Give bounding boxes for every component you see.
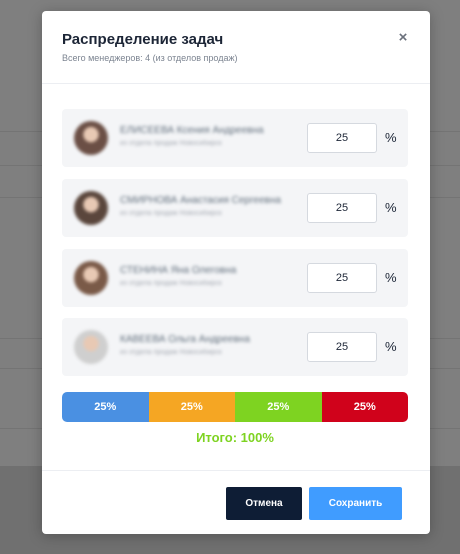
manager-name: ЕЛИСЕЕВА Ксения Андреевна bbox=[120, 125, 264, 136]
modal-footer bbox=[42, 470, 430, 471]
manager-name: СМИРНОВА Анастасия Сергеевна bbox=[120, 195, 281, 206]
manager-department: из отдела продаж Новосибирск bbox=[120, 349, 222, 356]
percent-input[interactable] bbox=[307, 332, 377, 362]
manager-row: СМИРНОВА Анастасия Сергеевна из отдела п… bbox=[62, 179, 408, 237]
percent-sign: % bbox=[385, 200, 397, 215]
modal-title: Распределение задач bbox=[62, 31, 224, 48]
manager-row: ЕЛИСЕЕВА Ксения Андреевна из отдела прод… bbox=[62, 109, 408, 167]
distribution-bar: 25% 25% 25% 25% bbox=[62, 392, 408, 422]
percent-input[interactable] bbox=[307, 263, 377, 293]
avatar bbox=[74, 261, 108, 295]
cancel-button[interactable]: Отмена bbox=[226, 487, 302, 520]
save-button[interactable]: Сохранить bbox=[309, 487, 402, 520]
modal-header: Распределение задач Всего менеджеров: 4 … bbox=[42, 11, 430, 84]
total-label: Итого: 100% bbox=[196, 430, 274, 445]
percent-input[interactable] bbox=[307, 123, 377, 153]
modal-subtitle: Всего менеджеров: 4 (из отделов продаж) bbox=[62, 53, 238, 63]
distribution-segment: 25% bbox=[62, 392, 149, 422]
manager-department: из отдела продаж Новосибирск bbox=[120, 210, 222, 217]
avatar bbox=[74, 330, 108, 364]
manager-name: КАВЕЕВА Ольга Андреевна bbox=[120, 334, 250, 345]
manager-row: СТЕНИНА Яна Олеговна из отдела продаж Но… bbox=[62, 249, 408, 307]
avatar bbox=[74, 191, 108, 225]
percent-sign: % bbox=[385, 339, 397, 354]
distribution-segment: 25% bbox=[148, 392, 235, 422]
percent-input[interactable] bbox=[307, 193, 377, 223]
avatar bbox=[74, 121, 108, 155]
percent-sign: % bbox=[385, 270, 397, 285]
manager-row: КАВЕЕВА Ольга Андреевна из отдела продаж… bbox=[62, 318, 408, 376]
close-icon[interactable]: × bbox=[396, 30, 410, 45]
distribution-segment: 25% bbox=[235, 392, 322, 422]
manager-department: из отдела продаж Новосибирск bbox=[120, 140, 222, 147]
manager-department: из отдела продаж Новосибирск bbox=[120, 280, 222, 287]
task-distribution-modal: Распределение задач Всего менеджеров: 4 … bbox=[42, 11, 430, 534]
distribution-segment: 25% bbox=[321, 392, 408, 422]
percent-sign: % bbox=[385, 130, 397, 145]
manager-name: СТЕНИНА Яна Олеговна bbox=[120, 265, 237, 276]
